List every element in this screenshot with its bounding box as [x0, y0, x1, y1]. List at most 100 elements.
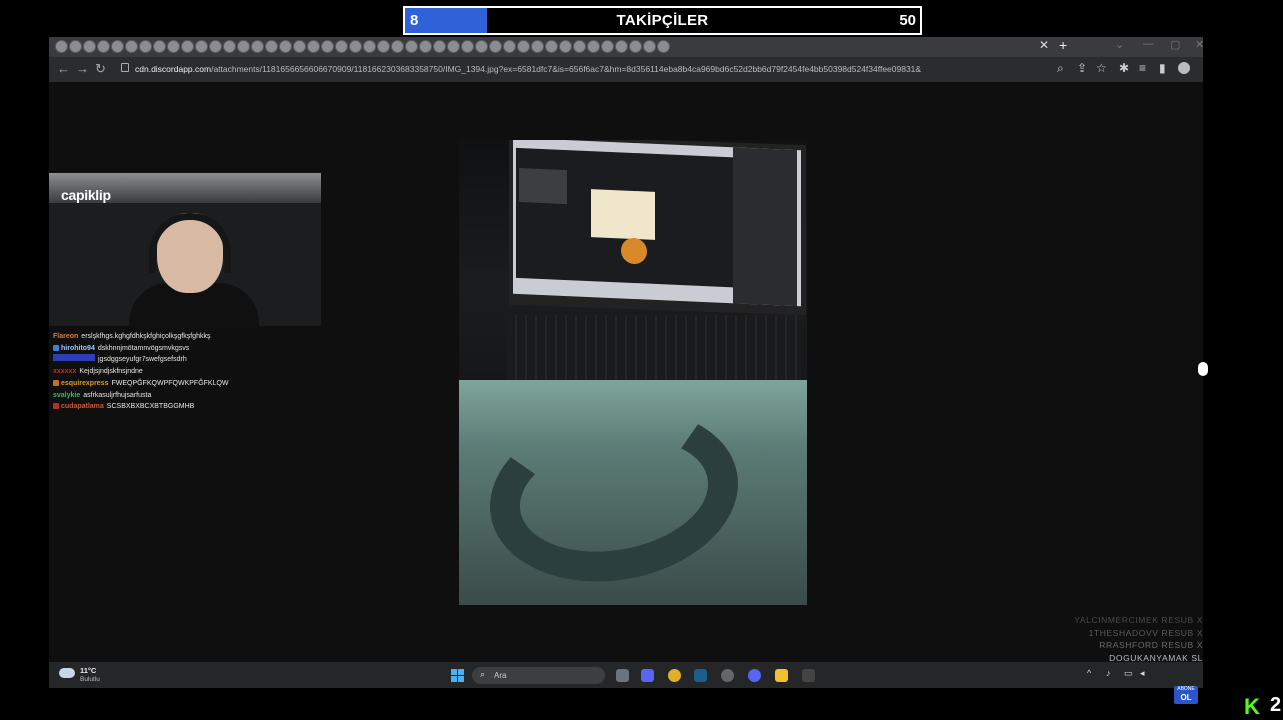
maximize-button[interactable]: ▢ [1170, 38, 1180, 51]
browser-tab[interactable] [601, 40, 614, 53]
reload-icon[interactable]: ↻ [95, 61, 106, 77]
app-icon[interactable] [802, 669, 815, 682]
chat-badge-icon [53, 344, 59, 351]
address-bar-row: ← → ↻ cdn.discordapp.com/attachments/118… [49, 57, 1203, 82]
tab-search-icon[interactable]: ⌄ [1115, 38, 1124, 51]
minimize-button[interactable]: — [1143, 38, 1154, 50]
goal-title: TAKİPÇİLER [616, 12, 709, 29]
browser-tab[interactable] [657, 40, 670, 53]
subscribe-badge: ABONE OL [1174, 686, 1198, 704]
extensions-icon[interactable]: ✱ [1119, 61, 1129, 75]
browser-tab[interactable] [321, 40, 334, 53]
browser-tab[interactable] [223, 40, 236, 53]
browser-tab[interactable] [643, 40, 656, 53]
side-panel-icon[interactable]: ▮ [1159, 61, 1166, 75]
browser-tab[interactable] [475, 40, 488, 53]
chrome-icon[interactable] [668, 669, 681, 682]
browser-tab[interactable] [391, 40, 404, 53]
tab-list [55, 40, 670, 53]
chat-username[interactable] [53, 354, 95, 362]
discord-icon[interactable] [748, 669, 761, 682]
browser-tab[interactable] [195, 40, 208, 53]
settings-icon[interactable] [721, 669, 734, 682]
browser-tab[interactable] [335, 40, 348, 53]
bookmark-star-icon[interactable]: ☆ [1096, 61, 1107, 75]
chat-badge-icon [53, 403, 59, 410]
chat-username[interactable]: svalykie [53, 392, 80, 399]
chat-message: esquirexpress FWEQPĞFKQWPFQWKPFĞFKLQW [53, 378, 229, 390]
mic-icon[interactable]: ♪ [1106, 668, 1111, 678]
browser-tab[interactable] [55, 40, 68, 53]
goal-max: 50 [899, 12, 916, 29]
browser-tab[interactable] [265, 40, 278, 53]
chevron-up-icon[interactable]: ^ [1087, 668, 1091, 678]
close-tab-icon[interactable]: ✕ [1039, 38, 1049, 52]
forward-icon[interactable]: → [76, 61, 89, 76]
file-explorer-icon[interactable] [775, 669, 788, 682]
volume-icon[interactable]: ◂ [1140, 668, 1145, 679]
browser-tab[interactable] [363, 40, 376, 53]
follower-goal-bar: 8 TAKİPÇİLER 50 [403, 6, 922, 35]
browser-tab[interactable] [251, 40, 264, 53]
browser-tab[interactable] [279, 40, 292, 53]
headphones [149, 213, 231, 273]
chat-username[interactable]: hirohito94 [61, 345, 95, 352]
browser-tab[interactable] [377, 40, 390, 53]
browser-tab[interactable] [573, 40, 586, 53]
browser-tab[interactable] [503, 40, 516, 53]
browser-tab[interactable] [545, 40, 558, 53]
browser-tab[interactable] [587, 40, 600, 53]
browser-tab[interactable] [167, 40, 180, 53]
chat-username[interactable]: xxxxxx [53, 368, 76, 375]
new-tab-button[interactable]: + [1059, 37, 1067, 53]
browser-tab[interactable] [293, 40, 306, 53]
browser-tab[interactable] [489, 40, 502, 53]
browser-tab[interactable] [111, 40, 124, 53]
back-icon[interactable]: ← [57, 61, 70, 76]
resub-entry: 1THESHADOVV RESUB X [1088, 627, 1203, 638]
network-icon[interactable]: ▭ [1124, 668, 1133, 679]
browser-tab[interactable] [531, 40, 544, 53]
browser-tab[interactable] [615, 40, 628, 53]
resub-entry: RRASHFORD RESUB X [1099, 640, 1203, 651]
share-icon[interactable]: ⇪ [1077, 61, 1087, 75]
browser-tab[interactable] [419, 40, 432, 53]
taskbar-search[interactable]: ⌕ Ara [472, 667, 605, 684]
url-path: /attachments/1181656656606670909/1181662… [211, 64, 922, 74]
browser-tab[interactable] [405, 40, 418, 53]
browser-tab[interactable] [153, 40, 166, 53]
browser-tab[interactable] [517, 40, 530, 53]
chat-username[interactable]: cudapatlama [61, 403, 104, 410]
chat-text: erslşkfhgs.kghgfdhkşkfghiçolkşgfkşfghkkş [81, 333, 211, 340]
browser-tab[interactable] [125, 40, 138, 53]
steam-icon[interactable] [694, 669, 707, 682]
search-placeholder: Ara [494, 671, 507, 680]
browser-tab[interactable] [209, 40, 222, 53]
browser-tab[interactable] [307, 40, 320, 53]
browser-tab[interactable] [349, 40, 362, 53]
profile-avatar[interactable] [1178, 62, 1190, 74]
app-icon[interactable] [641, 669, 654, 682]
browser-tab[interactable] [97, 40, 110, 53]
url-field[interactable]: cdn.discordapp.com/attachments/118165665… [135, 64, 921, 74]
browser-tab[interactable] [181, 40, 194, 53]
browser-tab[interactable] [83, 40, 96, 53]
tab-strip: ✕ + ⌄ — ▢ ✕ [49, 37, 1204, 57]
browser-tab[interactable] [433, 40, 446, 53]
chat-username[interactable]: esquirexpress [61, 380, 108, 387]
browser-tab[interactable] [69, 40, 82, 53]
zoom-icon[interactable]: ⌕ [1057, 61, 1064, 76]
chat-badge-icon [53, 379, 59, 386]
reading-list-icon[interactable]: ≡ [1139, 61, 1146, 75]
chat-username[interactable]: Flareon [53, 333, 78, 340]
browser-tab[interactable] [139, 40, 152, 53]
scroll-indicator[interactable] [1198, 362, 1208, 376]
windows-start-icon[interactable] [451, 669, 464, 682]
browser-tab[interactable] [629, 40, 642, 53]
close-window-button[interactable]: ✕ [1195, 38, 1204, 51]
browser-tab[interactable] [447, 40, 460, 53]
browser-tab[interactable] [461, 40, 474, 53]
browser-tab[interactable] [237, 40, 250, 53]
browser-tab[interactable] [559, 40, 572, 53]
task-view-icon[interactable] [616, 669, 629, 682]
